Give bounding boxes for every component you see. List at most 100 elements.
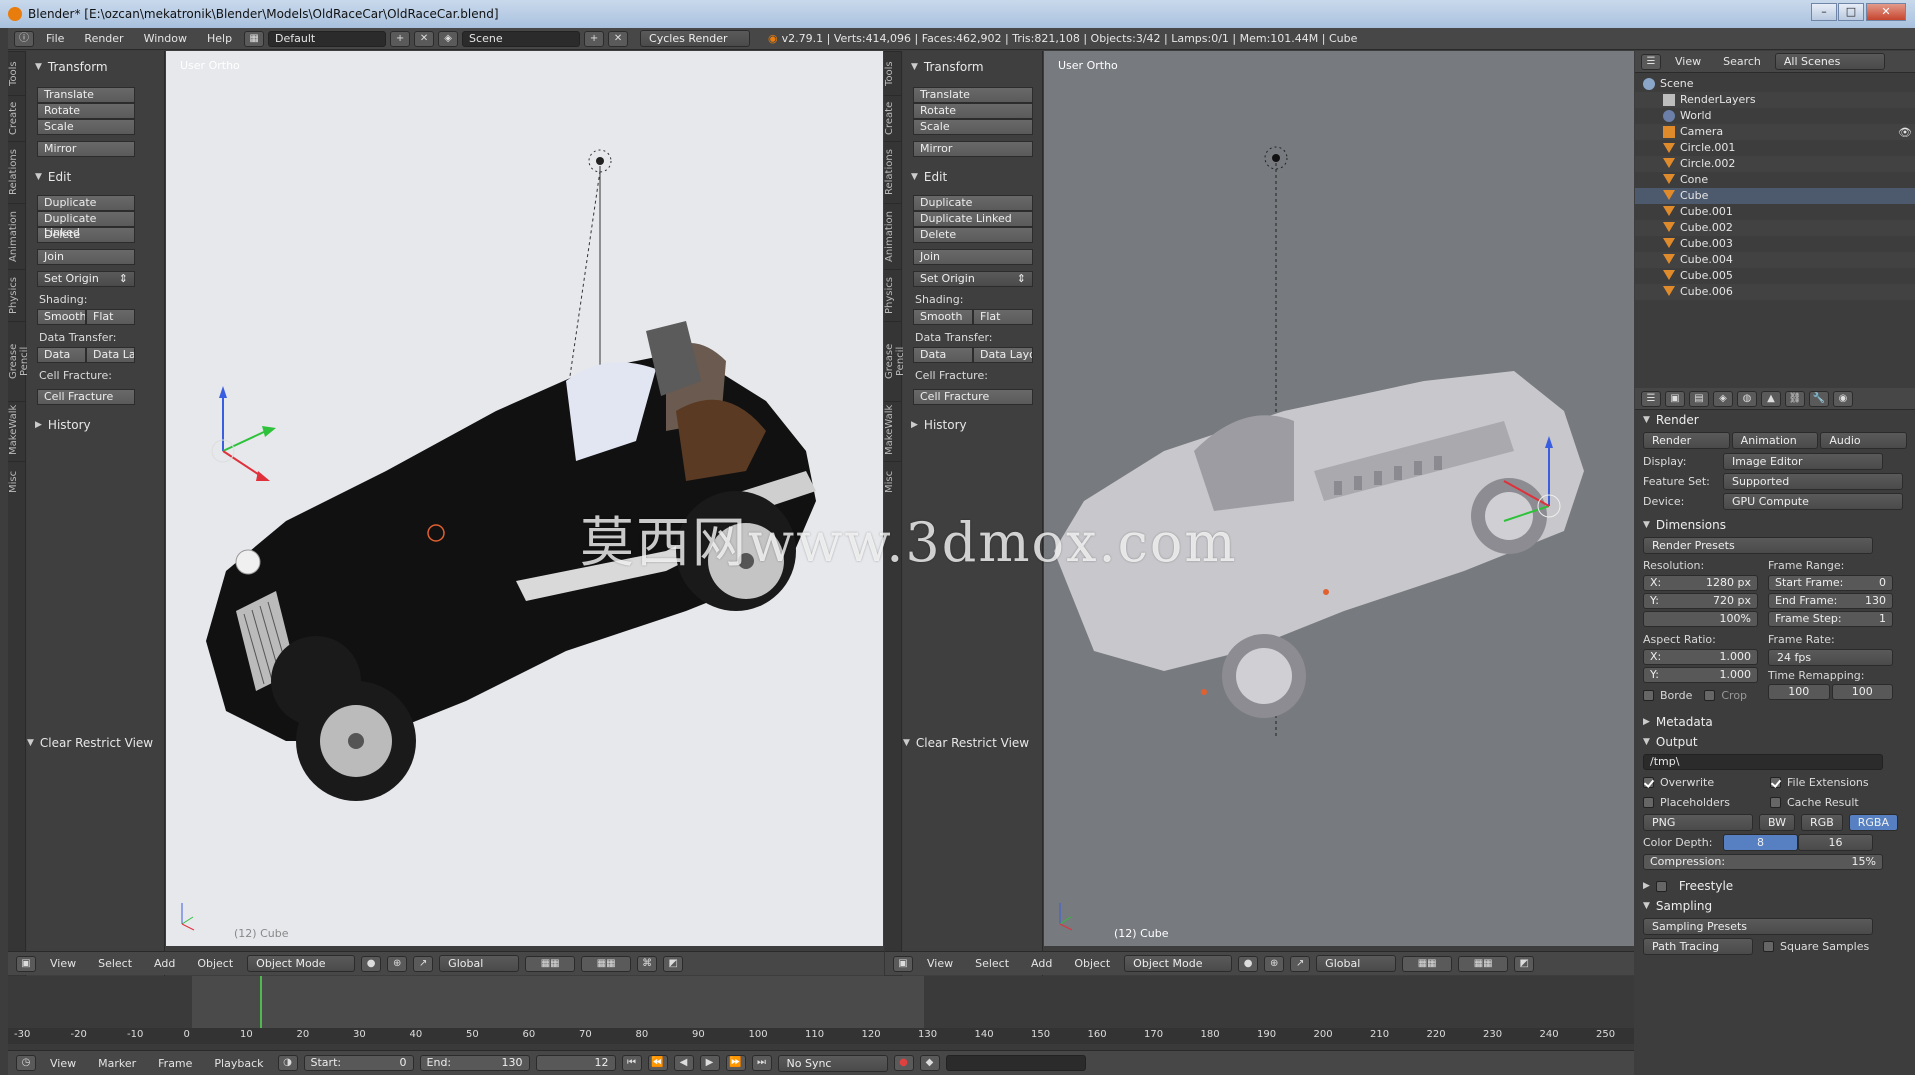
render-engine-dropdown[interactable]: Cycles Render — [640, 30, 751, 47]
menu-help[interactable]: Help — [199, 32, 240, 45]
duplicate-button-2[interactable]: Duplicate — [913, 195, 1033, 211]
prev-keyframe-icon[interactable]: ⏪ — [647, 1055, 668, 1071]
layers-icon-right[interactable]: ▦▦ — [1402, 955, 1453, 972]
delete-button[interactable]: Delete — [37, 227, 135, 243]
translate-button-2[interactable]: Translate — [913, 87, 1033, 103]
mode-dropdown-right[interactable]: Object Mode — [1124, 955, 1233, 972]
outliner-row-renderlayers[interactable]: RenderLayers — [1635, 92, 1915, 108]
transform-panel-header[interactable]: ▼ Transform — [27, 57, 164, 77]
data-layout-button[interactable]: Data Layo — [86, 347, 135, 363]
remap-old-field[interactable]: 100 — [1768, 684, 1830, 700]
outliner-row-camera[interactable]: Camera 👁 — [1635, 124, 1915, 140]
minimize-button[interactable]: – — [1811, 3, 1837, 21]
outliner-row-cube-005[interactable]: Cube.005 — [1635, 268, 1915, 284]
depth-8-button[interactable]: 8 — [1723, 833, 1798, 851]
menu-object-left[interactable]: Object — [189, 957, 241, 970]
jump-end-icon[interactable]: ⏭ — [751, 1055, 772, 1071]
aspect-x-field[interactable]: X: 1.000 — [1643, 649, 1758, 665]
translate-button[interactable]: Translate — [37, 87, 135, 103]
maximize-button[interactable]: □ — [1838, 3, 1864, 21]
resolution-percent-field[interactable]: 100% — [1643, 611, 1758, 627]
shading-icon-left[interactable]: ● — [361, 955, 382, 972]
flat-button[interactable]: Flat — [86, 309, 135, 325]
menu-add-right[interactable]: Add — [1023, 957, 1060, 970]
tab-relations[interactable]: Relations — [8, 141, 25, 203]
orientation-dropdown-right[interactable]: Global — [1316, 955, 1397, 972]
feature-set-dropdown[interactable]: Supported — [1723, 472, 1903, 490]
render-icon-right[interactable]: ◩ — [1514, 955, 1535, 972]
delete-button-2[interactable]: Delete — [913, 227, 1033, 243]
orientation-dropdown-left[interactable]: Global — [439, 955, 520, 972]
close-button[interactable]: ✕ — [1866, 3, 1906, 21]
clear-restrict-view-header-2[interactable]: ▼ Clear Restrict View — [895, 733, 1037, 753]
play-reverse-icon[interactable]: ◀ — [673, 1055, 694, 1071]
timeline-editor-icon[interactable]: ◷ — [16, 1055, 36, 1071]
pivot-icon-right[interactable]: ⊕ — [1264, 955, 1285, 972]
render-presets-dropdown[interactable]: Render Presets — [1643, 536, 1873, 554]
data-button-2[interactable]: Data — [913, 347, 973, 363]
crop-checkbox[interactable] — [1704, 690, 1716, 701]
layers-icon-right-2[interactable]: ▦▦ — [1458, 955, 1509, 972]
output-path-field[interactable]: /tmp\ — [1643, 754, 1883, 770]
object-tab-icon[interactable]: ▲ — [1761, 390, 1781, 407]
add-scene-icon[interactable]: + — [584, 30, 605, 47]
shading-icon-right[interactable]: ● — [1238, 955, 1259, 972]
outliner-row-cone[interactable]: Cone — [1635, 172, 1915, 188]
render-button[interactable]: Render — [1643, 432, 1730, 449]
remove-scene-icon[interactable]: ✕ — [608, 30, 629, 47]
menu-view-left[interactable]: View — [42, 957, 84, 970]
aspect-y-field[interactable]: Y: 1.000 — [1643, 667, 1758, 683]
menu-add-left[interactable]: Add — [146, 957, 183, 970]
tab-misc[interactable]: Misc — [8, 461, 25, 501]
scale-button-2[interactable]: Scale — [913, 119, 1033, 135]
duplicate-linked-button[interactable]: Duplicate Linked — [37, 211, 135, 239]
data-layout-button-2[interactable]: Data Layo — [973, 347, 1033, 363]
outliner-row-cube[interactable]: Cube — [1635, 188, 1915, 204]
record-icon[interactable]: ● — [893, 1055, 914, 1071]
render-panel-header[interactable]: ▼ Render — [1635, 410, 1915, 430]
placeholders-checkbox[interactable] — [1643, 796, 1654, 808]
jump-start-icon[interactable]: ⏮ — [621, 1055, 642, 1071]
manipulator-icon-left[interactable]: ↗ — [413, 955, 434, 972]
tab-tools-2[interactable]: Tools — [884, 51, 901, 95]
tab-tools[interactable]: Tools — [8, 51, 25, 95]
constraints-tab-icon[interactable]: ⛓ — [1785, 390, 1805, 407]
device-dropdown[interactable]: GPU Compute — [1723, 492, 1903, 510]
tab-animation-2[interactable]: Animation — [884, 203, 901, 269]
remove-layout-icon[interactable]: ✕ — [414, 30, 435, 47]
start-frame-timeline[interactable]: Start: 0 — [303, 1055, 414, 1071]
tab-physics-2[interactable]: Physics — [884, 269, 901, 321]
world-tab-icon[interactable]: ◍ — [1737, 390, 1757, 407]
overwrite-checkbox[interactable] — [1643, 776, 1654, 788]
add-layout-icon[interactable]: + — [390, 30, 411, 47]
cell-fracture-button[interactable]: Cell Fracture — [37, 389, 135, 405]
smooth-button[interactable]: Smooth — [37, 309, 86, 325]
info-editor-icon[interactable]: ⓘ — [14, 30, 34, 47]
tab-makewalk[interactable]: MakeWalk — [8, 401, 25, 461]
data-button[interactable]: Data — [37, 347, 86, 363]
flat-button-2[interactable]: Flat — [973, 309, 1033, 325]
scene-field[interactable]: Scene — [462, 30, 581, 47]
outliner-row-world[interactable]: World — [1635, 108, 1915, 124]
outliner-row-cube-004[interactable]: Cube.004 — [1635, 252, 1915, 268]
screen-layout-field[interactable]: Default — [268, 30, 387, 47]
properties-type-icon[interactable]: ☰ — [1641, 390, 1661, 407]
tab-animation[interactable]: Animation — [8, 203, 25, 269]
file-format-dropdown[interactable]: PNG — [1643, 813, 1753, 831]
display-dropdown[interactable]: Image Editor — [1723, 452, 1883, 470]
outliner-row-cube-006[interactable]: Cube.006 — [1635, 284, 1915, 300]
join-button-2[interactable]: Join — [913, 249, 1033, 265]
snap-icon-left[interactable]: ⌘ — [637, 955, 658, 972]
outliner-row-circle-002[interactable]: Circle.002 — [1635, 156, 1915, 172]
path-tracing-dropdown[interactable]: Path Tracing — [1643, 937, 1753, 955]
tab-misc-2[interactable]: Misc — [884, 461, 901, 501]
freestyle-panel-header[interactable]: ▶ Freestyle — [1635, 876, 1915, 896]
history-panel-header-2[interactable]: ▶ History — [903, 415, 1042, 435]
bw-button[interactable]: BW — [1759, 813, 1796, 831]
screen-layout-icon[interactable]: ▦ — [244, 30, 265, 47]
sampling-panel-header[interactable]: ▼ Sampling — [1635, 896, 1915, 916]
output-panel-header[interactable]: ▼ Output — [1635, 732, 1915, 752]
metadata-panel-header[interactable]: ▶ Metadata — [1635, 712, 1915, 732]
start-frame-field[interactable]: Start Frame: 0 — [1768, 575, 1893, 591]
cache-result-checkbox[interactable] — [1770, 796, 1781, 808]
